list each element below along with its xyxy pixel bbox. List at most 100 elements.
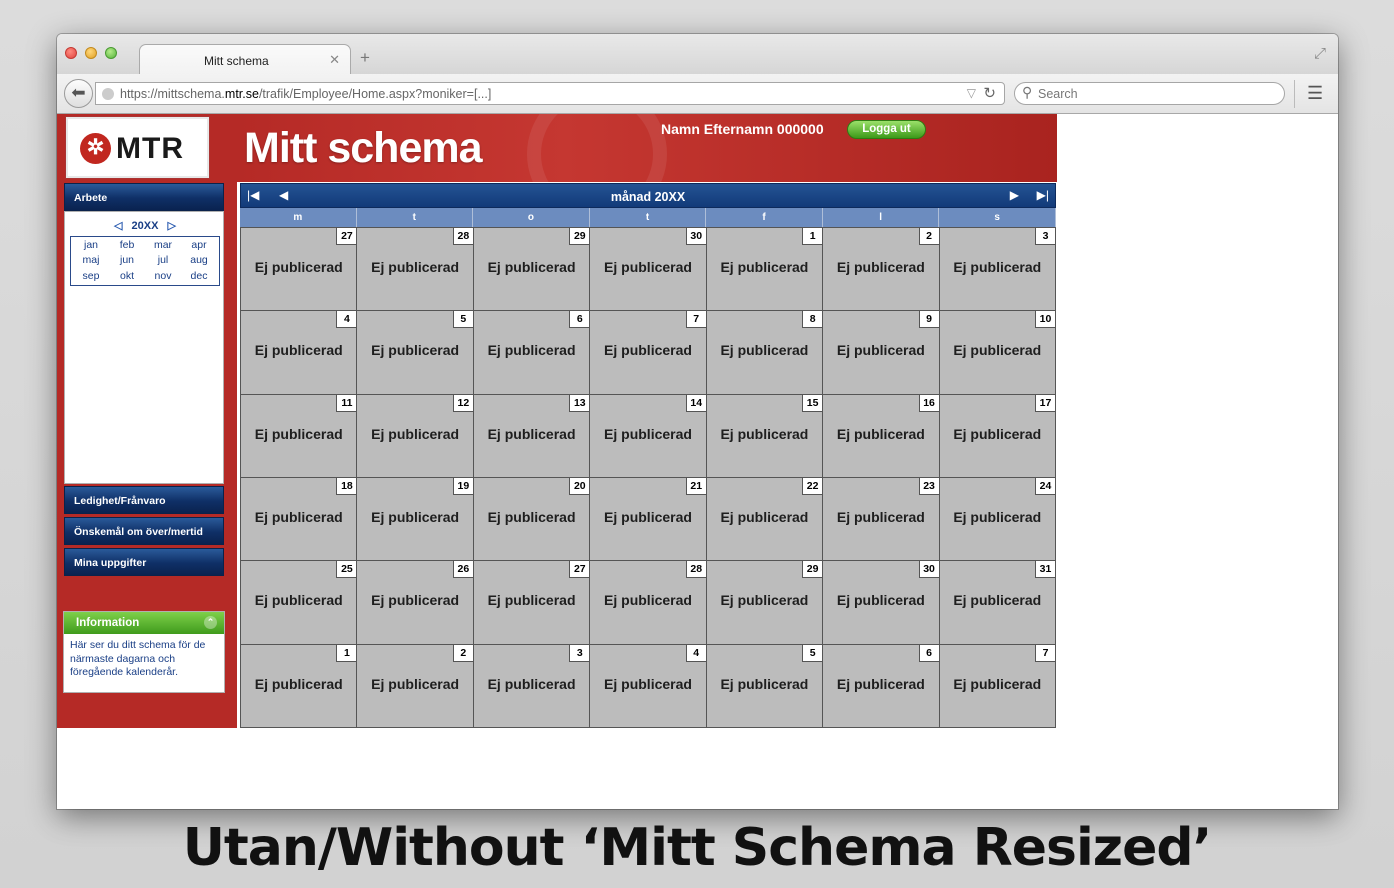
calendar-day-cell[interactable]: 2 Ej publicerad: [823, 228, 940, 312]
calendar-day-cell[interactable]: 7 Ej publicerad: [939, 644, 1056, 728]
calendar-day-cell[interactable]: 6 Ej publicerad: [823, 644, 940, 728]
month-link[interactable]: dec: [181, 270, 217, 283]
calendar-day-cell[interactable]: 25 Ej publicerad: [241, 561, 358, 645]
calendar-day-cell[interactable]: 3 Ej publicerad: [939, 228, 1056, 312]
day-status: Ej publicerad: [720, 592, 809, 609]
month-link[interactable]: aug: [181, 254, 217, 267]
next-year-icon[interactable]: ▷: [168, 220, 176, 232]
collapse-icon[interactable]: ⌃: [204, 616, 217, 629]
calendar-day-cell[interactable]: 29 Ej publicerad: [473, 228, 591, 312]
day-number: 8: [802, 311, 823, 329]
calendar-day-cell[interactable]: 11 Ej publicerad: [241, 394, 358, 478]
month-link[interactable]: okt: [109, 270, 145, 283]
sidebar-item-ledighet[interactable]: Ledighet/Frånvaro: [64, 486, 224, 514]
information-header[interactable]: Information ⌃: [64, 612, 224, 634]
calendar-day-cell[interactable]: 12 Ej publicerad: [357, 394, 474, 478]
month-link[interactable]: jul: [145, 254, 181, 267]
day-number: 20: [569, 478, 590, 495]
calendar-day-cell[interactable]: 15 Ej publicerad: [706, 394, 824, 478]
calendar-day-cell[interactable]: 5 Ej publicerad: [706, 644, 824, 728]
history-dropdown-icon[interactable]: ▽: [967, 86, 976, 100]
month-link[interactable]: apr: [181, 239, 217, 252]
sidebar: ✲ MTR Arbete ◁ 20XX ▷ jan feb mar apr ma…: [57, 114, 237, 728]
calendar-day-cell[interactable]: 30 Ej publicerad: [823, 561, 940, 645]
mtr-logo[interactable]: ✲ MTR: [66, 117, 209, 178]
calendar-day-cell[interactable]: 5 Ej publicerad: [357, 311, 474, 395]
sidebar-item-arbete[interactable]: Arbete: [64, 183, 224, 211]
calendar-day-cell[interactable]: 27 Ej publicerad: [473, 561, 591, 645]
caption: Utan/Without ‘Mitt Schema Resized’: [182, 818, 1213, 878]
back-button[interactable]: ⬅: [64, 79, 93, 108]
calendar-day-cell[interactable]: 4 Ej publicerad: [241, 311, 358, 395]
maximize-window-button[interactable]: [105, 47, 117, 59]
month-link[interactable]: jan: [73, 239, 109, 252]
calendar-day-cell[interactable]: 2 Ej publicerad: [357, 644, 474, 728]
calendar-day-cell[interactable]: 31 Ej publicerad: [939, 561, 1056, 645]
calendar-day-cell[interactable]: 28 Ej publicerad: [357, 228, 474, 312]
close-window-button[interactable]: [65, 47, 77, 59]
sidebar-item-mina-uppgifter[interactable]: Mina uppgifter: [64, 548, 224, 576]
month-link[interactable]: feb: [109, 239, 145, 252]
calendar-day-cell[interactable]: 8 Ej publicerad: [706, 311, 824, 395]
calendar-day-cell[interactable]: 21 Ej publicerad: [590, 478, 707, 562]
weekday-label: t: [590, 208, 707, 227]
day-number: 4: [336, 311, 357, 329]
calendar-day-cell[interactable]: 14 Ej publicerad: [590, 394, 707, 478]
search-input[interactable]: ⚲ Search: [1014, 82, 1285, 105]
next-month-icon[interactable]: ▶: [1010, 188, 1019, 202]
title-bar: Mitt schema ✕ + ⤢: [57, 34, 1338, 76]
calendar-day-cell[interactable]: 30 Ej publicerad: [590, 228, 707, 312]
month-link[interactable]: nov: [145, 270, 181, 283]
calendar-day-cell[interactable]: 29 Ej publicerad: [706, 561, 824, 645]
sidebar-item-onskemal[interactable]: Önskemål om över/mertid: [64, 517, 224, 545]
calendar-day-cell[interactable]: 26 Ej publicerad: [357, 561, 474, 645]
calendar-day-cell[interactable]: 20 Ej publicerad: [473, 478, 591, 562]
calendar-day-cell[interactable]: 23 Ej publicerad: [823, 478, 940, 562]
minimize-window-button[interactable]: [85, 47, 97, 59]
day-status: Ej publicerad: [254, 675, 343, 692]
calendar-day-cell[interactable]: 7 Ej publicerad: [590, 311, 707, 395]
fullscreen-icon[interactable]: ⤢: [1314, 45, 1326, 62]
calendar-day-cell[interactable]: 9 Ej publicerad: [823, 311, 940, 395]
day-number: 28: [685, 561, 706, 579]
calendar-day-cell[interactable]: 3 Ej publicerad: [473, 644, 591, 728]
day-number: 7: [685, 311, 706, 329]
day-number: 27: [569, 561, 590, 579]
reload-icon[interactable]: ↻: [983, 84, 996, 102]
day-status: Ej publicerad: [953, 675, 1042, 692]
site-identity-icon[interactable]: [102, 88, 114, 100]
calendar-day-cell[interactable]: 13 Ej publicerad: [473, 394, 591, 478]
day-number: 6: [569, 311, 590, 329]
calendar-day-cell[interactable]: 10 Ej publicerad: [939, 311, 1056, 395]
day-number: 10: [1035, 311, 1055, 329]
calendar-day-cell[interactable]: 18 Ej publicerad: [241, 478, 358, 562]
day-number: 4: [685, 644, 706, 662]
address-bar[interactable]: https://mittschema.mtr.se/trafik/Employe…: [95, 82, 1005, 105]
last-month-icon[interactable]: ▶|: [1037, 188, 1049, 202]
calendar-day-cell[interactable]: 27 Ej publicerad: [241, 228, 358, 312]
calendar-day-cell[interactable]: 16 Ej publicerad: [823, 394, 940, 478]
month-link[interactable]: jun: [109, 254, 145, 267]
prev-year-icon[interactable]: ◁: [114, 220, 122, 232]
calendar-day-cell[interactable]: 19 Ej publicerad: [357, 478, 474, 562]
calendar-day-cell[interactable]: 1 Ej publicerad: [706, 228, 824, 312]
day-status: Ej publicerad: [254, 342, 343, 359]
calendar-day-cell[interactable]: 1 Ej publicerad: [241, 644, 358, 728]
month-link[interactable]: maj: [73, 254, 109, 267]
logout-button[interactable]: Logga ut: [847, 120, 926, 139]
day-number: 29: [569, 228, 590, 245]
calendar-day-cell[interactable]: 17 Ej publicerad: [939, 394, 1056, 478]
calendar-day-cell[interactable]: 4 Ej publicerad: [590, 644, 707, 728]
month-link[interactable]: mar: [145, 239, 181, 252]
day-number: 1: [336, 644, 357, 662]
calendar-day-cell[interactable]: 28 Ej publicerad: [590, 561, 707, 645]
calendar-day-cell[interactable]: 6 Ej publicerad: [473, 311, 591, 395]
browser-tab[interactable]: Mitt schema ✕: [139, 44, 351, 76]
month-picker: jan feb mar apr maj jun jul aug sep okt …: [70, 236, 220, 286]
new-tab-icon[interactable]: +: [360, 48, 370, 68]
calendar-day-cell[interactable]: 24 Ej publicerad: [939, 478, 1056, 562]
hamburger-menu-icon[interactable]: ☰: [1307, 83, 1323, 104]
close-tab-icon[interactable]: ✕: [329, 52, 340, 68]
month-link[interactable]: sep: [73, 270, 109, 283]
calendar-day-cell[interactable]: 22 Ej publicerad: [706, 478, 824, 562]
